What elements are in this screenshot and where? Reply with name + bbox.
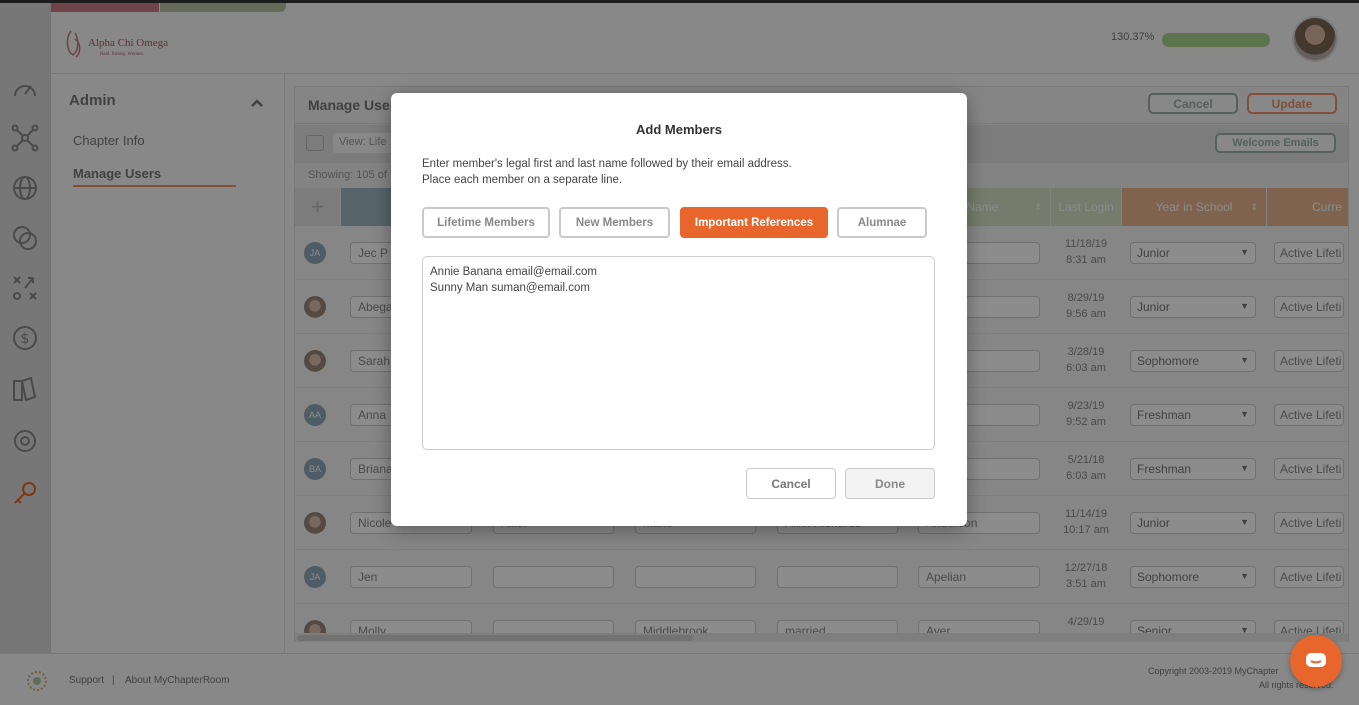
tab-new-members[interactable]: New Members: [559, 207, 670, 238]
app-root: Alpha Chi Omega Real. Strong. Women. 130…: [0, 0, 1359, 705]
members-textarea[interactable]: Annie Banana email@email.com Sunny Man s…: [422, 256, 935, 450]
modal-cancel-button[interactable]: Cancel: [746, 468, 836, 499]
modal-instruction-1: Enter member's legal first and last name…: [422, 158, 792, 170]
add-members-modal: Add Members Enter member's legal first a…: [391, 93, 967, 526]
tab-important-references[interactable]: Important References: [680, 207, 828, 238]
member-entry: Sunny Man suman@email.com: [430, 282, 590, 294]
member-entry: Annie Banana email@email.com: [430, 266, 598, 278]
tab-alumnae[interactable]: Alumnae: [837, 207, 927, 238]
modal-done-button[interactable]: Done: [845, 468, 935, 499]
modal-title: Add Members: [636, 122, 722, 137]
tab-lifetime-members[interactable]: Lifetime Members: [422, 207, 550, 238]
chat-bubble-icon[interactable]: [1290, 635, 1342, 687]
modal-instruction-2: Place each member on a separate line.: [422, 174, 623, 186]
